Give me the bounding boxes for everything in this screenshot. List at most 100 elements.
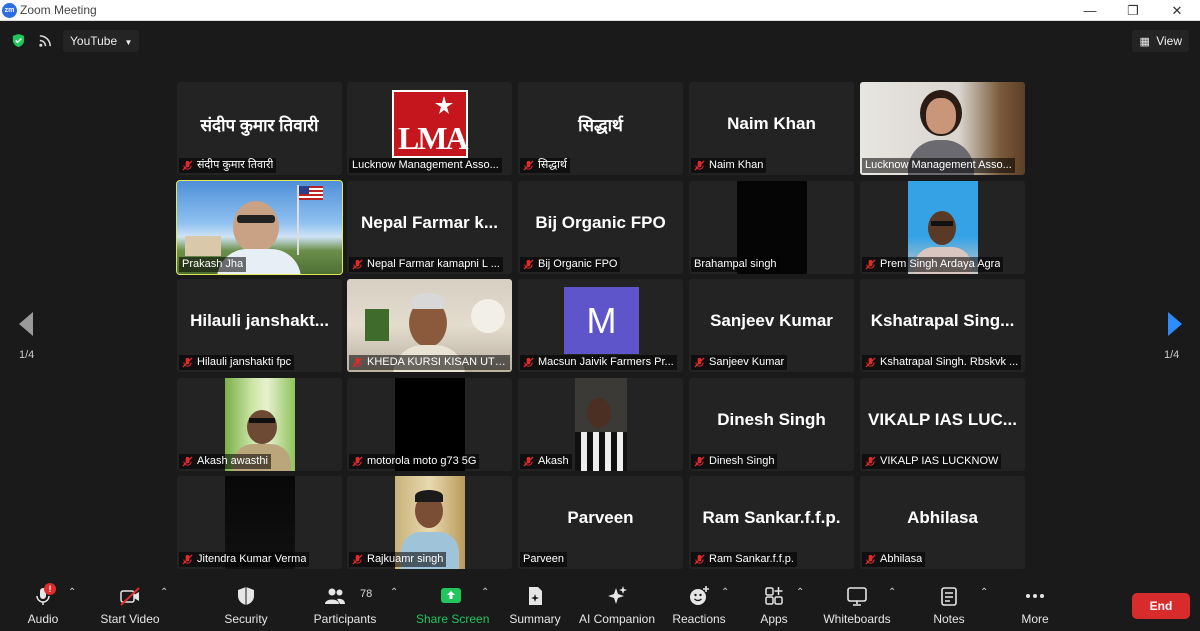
participant-tile[interactable]: Akash	[518, 378, 683, 471]
youtube-stream-button[interactable]: YouTube ▼	[63, 30, 140, 52]
grid-icon: ▦	[1139, 36, 1150, 48]
participant-name-large: Sanjeev Kumar	[710, 311, 833, 330]
security-button[interactable]: Security	[222, 577, 270, 631]
participant-tile[interactable]: VIKALP IAS LUC... VIKALP IAS LUCKNOW	[860, 378, 1025, 471]
muted-mic-icon	[865, 554, 876, 565]
participant-name-label: Sanjeev Kumar	[691, 355, 788, 370]
connection-icon[interactable]	[38, 33, 53, 48]
chevron-down-icon: ▼	[124, 38, 133, 47]
participant-tile[interactable]: Naim Khan Naim Khan	[689, 82, 854, 175]
participant-name-label: Hilauli janshakti fpc	[179, 355, 295, 370]
participant-name-label: Akash awasthi	[179, 454, 271, 469]
previous-page-icon[interactable]	[17, 310, 35, 338]
participant-name-label: Akash	[520, 454, 572, 469]
muted-mic-icon	[352, 357, 363, 368]
participants-button[interactable]: 78 Participants	[312, 577, 378, 631]
restore-icon[interactable]: ❐	[1118, 1, 1148, 20]
participant-tile[interactable]: LMA Lucknow Management Asso...	[347, 82, 512, 175]
video-options-chevron-icon[interactable]: ⌃	[160, 587, 168, 598]
window-title-bar: zm Zoom Meeting — ❐ ✕	[0, 0, 1200, 21]
muted-mic-icon	[694, 160, 705, 171]
participant-tile[interactable]: Brahampal singh	[689, 181, 854, 274]
participant-name: संदीप कुमार तिवारी	[197, 159, 274, 171]
participant-name: Parveen	[523, 553, 564, 565]
participant-name-large: Hilauli janshakt...	[190, 311, 329, 330]
participant-tile[interactable]: Kshatrapal Sing... Kshatrapal Singh. Rbsk…	[860, 279, 1025, 372]
participant-name: motorola moto g73 5G	[367, 455, 477, 467]
participant-tile[interactable]: Parveen Parveen	[518, 476, 683, 569]
participant-tile[interactable]: Hilauli janshakt... Hilauli janshakti fpc	[177, 279, 342, 372]
participant-tile[interactable]: Ram Sankar.f.f.p. Ram Sankar.f.f.p.	[689, 476, 854, 569]
reactions-button[interactable]: Reactions	[672, 577, 726, 631]
participant-name: KHEDA KURSI KISAN UTP...	[367, 356, 507, 368]
participant-tile[interactable]: Sanjeev Kumar Sanjeev Kumar	[689, 279, 854, 372]
encryption-shield-icon[interactable]	[11, 33, 26, 48]
muted-mic-icon	[182, 554, 193, 565]
participant-name: Ram Sankar.f.f.p.	[709, 553, 794, 565]
participant-tile[interactable]: Rajkuamr singh	[347, 476, 512, 569]
participant-name-large: सिद्धार्थ	[578, 115, 623, 135]
participant-tile[interactable]: M Macsun Jaivik Farmers Pr...	[518, 279, 683, 372]
participant-name: Sanjeev Kumar	[709, 356, 785, 368]
audio-options-chevron-icon[interactable]: ⌃	[68, 587, 76, 598]
participant-name: Brahampal singh	[694, 258, 777, 270]
participant-avatar: M	[564, 287, 639, 354]
next-page-icon[interactable]	[1166, 310, 1184, 338]
view-button[interactable]: ▦ View	[1132, 30, 1189, 52]
audio-button[interactable]: ! Audio	[22, 577, 64, 631]
window-title: Zoom Meeting	[20, 3, 97, 17]
end-meeting-button[interactable]: End	[1132, 593, 1190, 619]
participant-name: Lucknow Management Asso...	[865, 159, 1012, 171]
minimize-icon[interactable]: —	[1075, 1, 1105, 20]
participant-tile[interactable]: KHEDA KURSI KISAN UTP...	[347, 279, 512, 372]
participant-name-large: Parveen	[567, 508, 634, 527]
youtube-label: YouTube	[70, 34, 118, 48]
participant-tile[interactable]: Akash awasthi	[177, 378, 342, 471]
muted-mic-icon	[865, 456, 876, 467]
summary-button[interactable]: Summary	[508, 577, 562, 631]
more-button[interactable]: More	[1014, 577, 1056, 631]
reactions-options-chevron-icon[interactable]: ⌃	[721, 587, 729, 598]
view-label: View	[1156, 34, 1182, 48]
participant-tile[interactable]: Lucknow Management Asso...	[860, 82, 1025, 175]
apps-label: Apps	[760, 612, 788, 626]
start-video-button[interactable]: Start Video	[98, 577, 162, 631]
muted-mic-icon	[523, 357, 534, 368]
muted-mic-icon	[352, 554, 363, 565]
participant-name-label: Ram Sankar.f.f.p.	[691, 552, 797, 567]
participant-tile[interactable]: Prakash Jha	[176, 180, 343, 275]
participant-name-label: VIKALP IAS LUCKNOW	[862, 454, 1002, 469]
participant-tile[interactable]: Abhilasa Abhilasa	[860, 476, 1025, 569]
apps-icon	[765, 587, 783, 605]
close-icon[interactable]: ✕	[1162, 1, 1192, 20]
muted-mic-icon	[523, 160, 534, 171]
apps-button[interactable]: Apps	[754, 577, 794, 631]
participant-tile[interactable]: सिद्धार्थ सिद्धार्थ	[518, 82, 683, 175]
participant-name-large: Ram Sankar.f.f.p.	[702, 508, 841, 527]
participants-options-chevron-icon[interactable]: ⌃	[390, 587, 398, 598]
participant-tile[interactable]: संदीप कुमार तिवारी संदीप कुमार तिवारी	[177, 82, 342, 175]
participant-name: Jitendra Kumar Verma	[197, 553, 307, 565]
lma-logo-text: LMA	[398, 120, 469, 156]
whiteboards-options-chevron-icon[interactable]: ⌃	[888, 587, 896, 598]
participant-name: Prakash Jha	[182, 258, 244, 270]
participant-name-label: Naim Khan	[691, 158, 767, 173]
participant-tile[interactable]: motorola moto g73 5G	[347, 378, 512, 471]
share-options-chevron-icon[interactable]: ⌃	[481, 587, 489, 598]
share-screen-button[interactable]: Share Screen	[416, 577, 489, 631]
participant-name-large: Naim Khan	[727, 114, 816, 133]
participant-tile[interactable]: Dinesh Singh Dinesh Singh	[689, 378, 854, 471]
notes-button[interactable]: Notes	[928, 577, 970, 631]
participant-name: Kshatrapal Singh. Rbskvk ...	[880, 356, 1019, 368]
participant-name: सिद्धार्थ	[538, 159, 567, 171]
apps-options-chevron-icon[interactable]: ⌃	[796, 587, 804, 598]
participant-tile[interactable]: Nepal Farmar k... Nepal Farmar kamapni L …	[347, 181, 512, 274]
whiteboards-button[interactable]: Whiteboards	[820, 577, 894, 631]
participant-tile[interactable]: Prem Singh Ardaya Agra	[860, 181, 1025, 274]
participant-tile[interactable]: Bij Organic FPO Bij Organic FPO	[518, 181, 683, 274]
page-indicator-right: 1/4	[1164, 349, 1180, 361]
ai-companion-button[interactable]: AI Companion	[578, 577, 656, 631]
participant-name-large: Abhilasa	[907, 508, 978, 527]
notes-options-chevron-icon[interactable]: ⌃	[980, 587, 988, 598]
participant-tile[interactable]: Jitendra Kumar Verma	[177, 476, 342, 569]
